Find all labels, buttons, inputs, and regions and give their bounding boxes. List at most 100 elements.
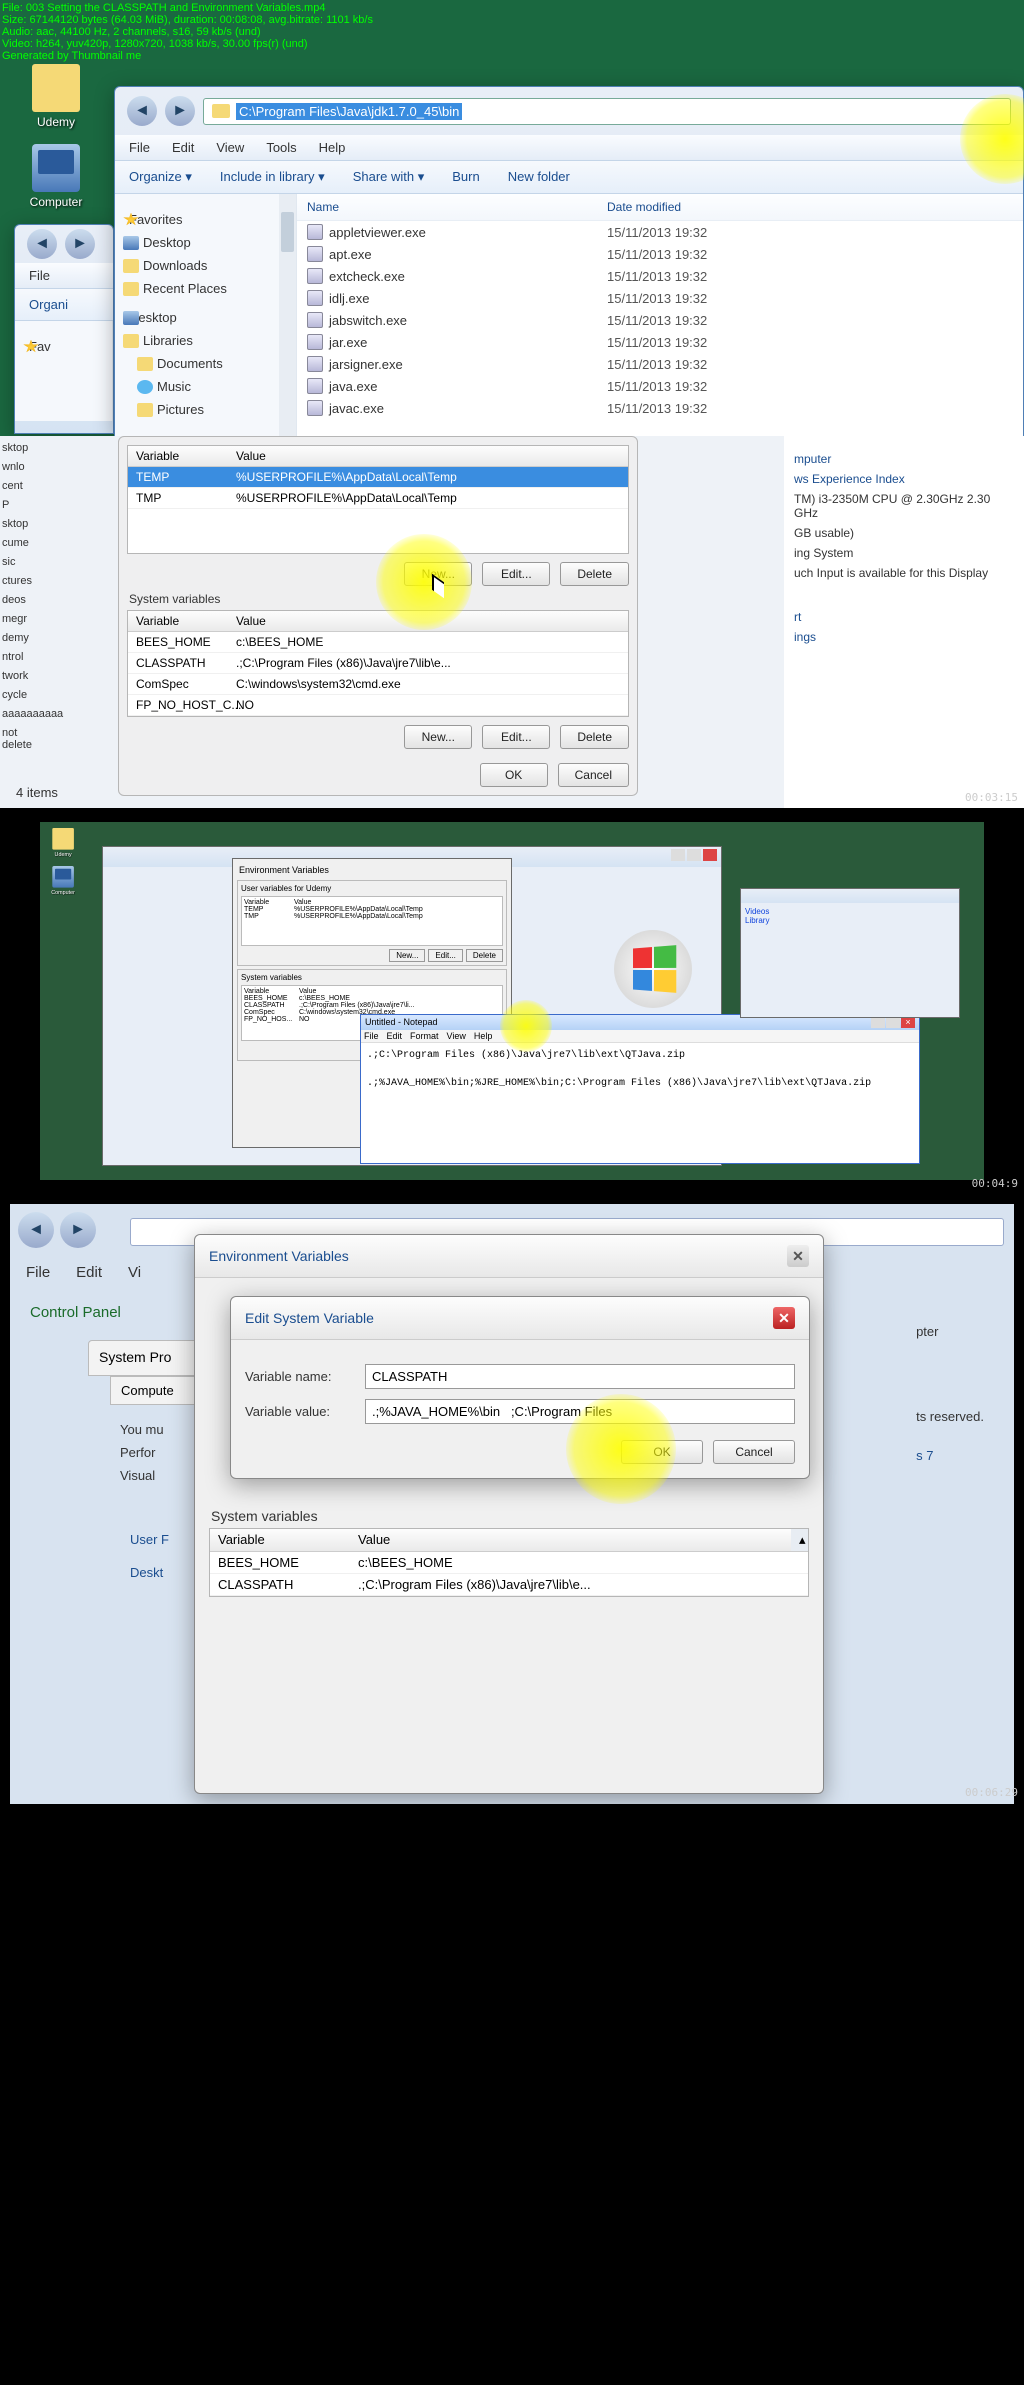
ok-button[interactable]: OK <box>480 763 548 787</box>
address-text: C:\Program Files\Java\jdk1.7.0_45\bin <box>236 103 462 120</box>
notepad-menu: File Edit Format View Help <box>361 1030 919 1043</box>
ok-button[interactable]: OK <box>621 1440 703 1464</box>
folder-icon <box>123 282 139 296</box>
close-button[interactable]: × <box>901 1017 915 1028</box>
desktop-icon-udemy[interactable]: Udemy <box>18 64 94 129</box>
col-variable[interactable]: Variable <box>210 1529 350 1551</box>
control-panel-link[interactable]: Control Panel <box>30 1304 121 1321</box>
menu-help[interactable]: Help <box>474 1031 493 1041</box>
file-header[interactable]: Name Date modified <box>297 194 1023 221</box>
system-vars-table: VariableValue▴ BEES_HOMEc:\BEES_HOME CLA… <box>209 1528 809 1597</box>
var-value-input[interactable] <box>365 1399 795 1424</box>
new-button[interactable]: New... <box>404 725 472 749</box>
menu-help[interactable]: Help <box>319 140 346 155</box>
include-library-button[interactable]: Include in library ▾ <box>220 169 325 185</box>
sidebar-pictures[interactable]: Pictures <box>115 398 296 421</box>
file-row[interactable]: java.exe15/11/2013 19:32 <box>297 375 1023 397</box>
file-row[interactable]: javac.exe15/11/2013 19:32 <box>297 397 1023 419</box>
share-button[interactable]: Share with ▾ <box>353 169 425 185</box>
burn-button[interactable]: Burn <box>452 169 479 185</box>
close-button[interactable]: ✕ <box>787 1245 809 1267</box>
dialog-title: Environment Variables <box>209 1248 349 1264</box>
col-value[interactable]: Value <box>228 446 628 466</box>
sidebar-favorites[interactable]: Fav <box>15 335 112 358</box>
edit-button[interactable]: Edit... <box>482 562 550 586</box>
fwd-button[interactable]: ► <box>65 229 95 259</box>
new-folder-button[interactable]: New folder <box>508 169 570 185</box>
file-row[interactable]: idlj.exe15/11/2013 19:32 <box>297 287 1023 309</box>
table-row[interactable]: BEES_HOMEc:\BEES_HOME <box>128 632 628 653</box>
close-button[interactable]: ✕ <box>773 1307 795 1329</box>
menu-file[interactable]: File <box>29 268 50 283</box>
perf-info: You muPerforVisual <box>120 1414 164 1491</box>
col-variable[interactable]: Variable <box>128 611 228 631</box>
table-row[interactable]: TMP%USERPROFILE%\AppData\Local\Temp <box>128 488 628 509</box>
organize-button[interactable]: Organize ▾ <box>129 169 192 185</box>
menu-view[interactable]: View <box>447 1031 466 1041</box>
address-bar[interactable]: C:\Program Files\Java\jdk1.7.0_45\bin <box>203 98 1011 125</box>
app-icon <box>307 312 323 328</box>
scroll-up[interactable]: ▴ <box>791 1529 808 1551</box>
menu-tools[interactable]: Tools <box>266 140 296 155</box>
sidebar-desktop[interactable]: Desktop <box>115 231 296 254</box>
table-row[interactable]: FP_NO_HOST_C...NO <box>128 695 628 716</box>
col-value[interactable]: Value <box>228 611 628 631</box>
sidebar-recent[interactable]: Recent Places <box>115 277 296 300</box>
user-vars-table: VariableValue TEMP%USERPROFILE%\AppData\… <box>127 445 629 554</box>
var-name-label: Variable name: <box>245 1369 365 1384</box>
file-row[interactable]: apt.exe15/11/2013 19:32 <box>297 243 1023 265</box>
desktop-icon <box>123 236 139 250</box>
table-row[interactable]: CLASSPATH.;C:\Program Files (x86)\Java\j… <box>210 1574 808 1596</box>
menu-view[interactable]: View <box>216 140 244 155</box>
menu-file[interactable]: File <box>364 1031 379 1041</box>
sidebar-downloads[interactable]: Downloads <box>115 254 296 277</box>
system-vars-label: System variables <box>129 592 629 606</box>
menu-edit[interactable]: Edit <box>387 1031 403 1041</box>
sidebar-scrollbar[interactable] <box>279 194 296 440</box>
delete-button[interactable]: Delete <box>560 725 629 749</box>
file-row[interactable]: extcheck.exe15/11/2013 19:32 <box>297 265 1023 287</box>
menu-edit[interactable]: Edit <box>76 1264 102 1281</box>
back-button[interactable]: ◄ <box>127 96 157 126</box>
file-row[interactable]: jarsigner.exe15/11/2013 19:32 <box>297 353 1023 375</box>
table-row[interactable]: ComSpecC:\windows\system32\cmd.exe <box>128 674 628 695</box>
back-button[interactable]: ◄ <box>18 1212 54 1248</box>
organize-button[interactable]: Organi <box>29 297 68 312</box>
menu-file[interactable]: File <box>129 140 150 155</box>
new-button[interactable]: New... <box>404 562 472 586</box>
menu-view[interactable]: Vi <box>128 1264 141 1281</box>
fwd-button[interactable]: ► <box>60 1212 96 1248</box>
file-row[interactable]: appletviewer.exe15/11/2013 19:32 <box>297 221 1023 243</box>
desktop-icon-computer[interactable]: Computer <box>18 144 94 209</box>
col-variable[interactable]: Variable <box>128 446 228 466</box>
menu-format[interactable]: Format <box>410 1031 439 1041</box>
timestamp: 00:04:9 <box>972 1177 1018 1190</box>
sidebar-desktop2[interactable]: Desktop <box>115 306 296 329</box>
sidebar: Favorites Desktop Downloads Recent Place… <box>115 194 297 440</box>
sidebar-music[interactable]: Music <box>115 375 296 398</box>
menu-edit[interactable]: Edit <box>172 140 194 155</box>
sidebar-libraries[interactable]: Libraries <box>115 329 296 352</box>
var-name-input[interactable] <box>365 1364 795 1389</box>
delete-button[interactable]: Delete <box>560 562 629 586</box>
col-value[interactable]: Value <box>350 1529 791 1551</box>
var-value-label: Variable value: <box>245 1404 365 1419</box>
sidebar-documents[interactable]: Documents <box>115 352 296 375</box>
right-info: pter ts reserved. s 7 <box>916 1316 984 1471</box>
back-button[interactable]: ◄ <box>27 229 57 259</box>
sidebar-favorites[interactable]: Favorites <box>115 208 296 231</box>
notepad-text[interactable]: .;C:\Program Files (x86)\Java\jre7\lib\e… <box>361 1043 919 1097</box>
cancel-button[interactable]: Cancel <box>558 763 629 787</box>
menu-file[interactable]: File <box>26 1264 50 1281</box>
table-row[interactable]: BEES_HOMEc:\BEES_HOME <box>210 1552 808 1574</box>
max-button[interactable] <box>886 1017 900 1028</box>
table-row[interactable]: TEMP%USERPROFILE%\AppData\Local\Temp <box>128 467 628 488</box>
cancel-button[interactable]: Cancel <box>713 1440 795 1464</box>
edit-button[interactable]: Edit... <box>482 725 550 749</box>
close-button <box>703 849 717 861</box>
table-row[interactable]: CLASSPATH.;C:\Program Files (x86)\Java\j… <box>128 653 628 674</box>
file-row[interactable]: jar.exe15/11/2013 19:32 <box>297 331 1023 353</box>
fwd-button[interactable]: ► <box>165 96 195 126</box>
file-row[interactable]: jabswitch.exe15/11/2013 19:32 <box>297 309 1023 331</box>
min-button[interactable] <box>871 1017 885 1028</box>
